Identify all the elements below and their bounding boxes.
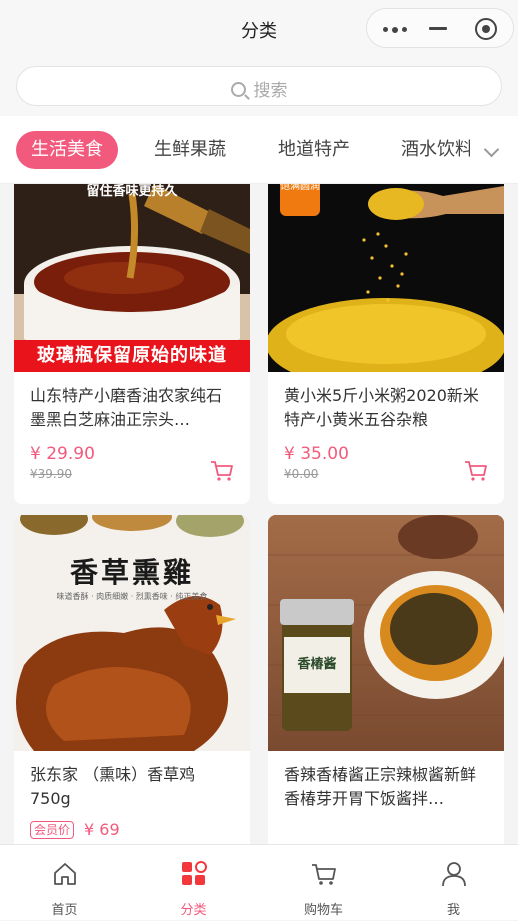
tab-local-specialty[interactable]: 地道特产	[278, 131, 350, 169]
original-price: ¥39.90	[30, 467, 72, 481]
image-text: 留住香味更持久	[86, 184, 178, 199]
tab-home[interactable]: 首页	[0, 845, 129, 921]
search-icon	[230, 82, 246, 97]
close-mini-program-icon[interactable]	[475, 18, 497, 40]
home-icon	[54, 863, 76, 885]
product-card[interactable]: 饱满圆润 黄小米5斤小米粥2020新米特产小黄米五谷杂粮 ¥ 35.00 ¥0.…	[268, 184, 504, 504]
jar-label: 香椿酱	[297, 657, 337, 672]
tab-fresh-produce[interactable]: 生鲜果蔬	[154, 131, 226, 169]
member-price-tag: 会员价	[30, 821, 75, 839]
tab-label: 分类	[180, 903, 207, 918]
more-icon[interactable]	[383, 27, 409, 33]
product-title: 黄小米5斤小米粥2020新米特产小黄米五谷杂粮	[284, 386, 479, 429]
tab-drinks[interactable]: 酒水饮料	[401, 131, 473, 169]
product-card[interactable]: 香椿酱 香辣香椿酱正宗辣椒酱新鲜香椿芽开胃下饭酱拌…	[268, 515, 504, 844]
product-image: 香椿酱	[268, 515, 504, 751]
product-card[interactable]: 留住香味更持久 玻璃瓶保留原始的味道 山东特产小磨香油农家纯石墨黑白芝麻油正宗头…	[14, 184, 250, 504]
product-image: 饱满圆润	[268, 184, 504, 372]
category-icon	[182, 861, 207, 885]
product-image: 留住香味更持久 玻璃瓶保留原始的味道	[14, 184, 250, 372]
product-price: ¥ 35.00	[284, 444, 349, 464]
minimize-icon[interactable]	[429, 27, 447, 30]
cart-icon	[312, 864, 336, 885]
image-badge: 饱满圆润	[280, 184, 320, 216]
tab-label: 首页	[51, 903, 78, 918]
search-bar: 搜索	[0, 56, 518, 116]
product-title: 山东特产小磨香油农家纯石墨黑白芝麻油正宗头…	[30, 386, 223, 429]
tab-me[interactable]: 我	[389, 845, 518, 921]
product-title: 张东家 （熏味）香草鸡 750g	[30, 765, 196, 808]
navigation-bar: 分类	[0, 0, 518, 56]
image-banner: 玻璃瓶保留原始的味道	[14, 340, 250, 372]
product-title: 香辣香椿酱正宗辣椒酱新鲜香椿芽开胃下饭酱拌…	[284, 765, 477, 808]
search-input[interactable]: 搜索	[16, 66, 502, 106]
tab-life-food[interactable]: 生活美食	[16, 131, 118, 169]
product-image: 香草熏雞 味道香酥 · 肉质细嫩 · 烈熏香味 · 纯正美食	[14, 515, 250, 751]
add-to-cart-icon[interactable]	[210, 460, 234, 482]
search-placeholder: 搜索	[253, 81, 288, 101]
tab-label: 购物车	[303, 903, 343, 918]
product-price: ¥ 69	[84, 820, 120, 839]
tab-cart[interactable]: 购物车	[259, 845, 388, 921]
add-to-cart-icon[interactable]	[464, 460, 488, 482]
bottom-tab-bar: 首页 分类 购物车 我	[0, 844, 518, 920]
image-subtext: 味道香酥 · 肉质细嫩 · 烈熏香味 · 纯正美食	[56, 592, 208, 601]
product-card[interactable]: 香草熏雞 味道香酥 · 肉质细嫩 · 烈熏香味 · 纯正美食 张东家 （熏味）香…	[14, 515, 250, 844]
mini-program-capsule	[366, 8, 514, 48]
category-tabs: 生活美食 生鲜果蔬 地道特产 酒水饮料	[0, 116, 518, 184]
original-price: ¥0.00	[284, 467, 319, 481]
user-icon	[442, 862, 466, 887]
tab-label: 我	[446, 903, 460, 918]
product-list: 留住香味更持久 玻璃瓶保留原始的味道 山东特产小磨香油农家纯石墨黑白芝麻油正宗头…	[0, 184, 518, 844]
image-headline: 香草熏雞	[69, 556, 194, 589]
tab-category[interactable]: 分类	[129, 845, 258, 921]
product-price: ¥ 29.90	[30, 444, 95, 464]
